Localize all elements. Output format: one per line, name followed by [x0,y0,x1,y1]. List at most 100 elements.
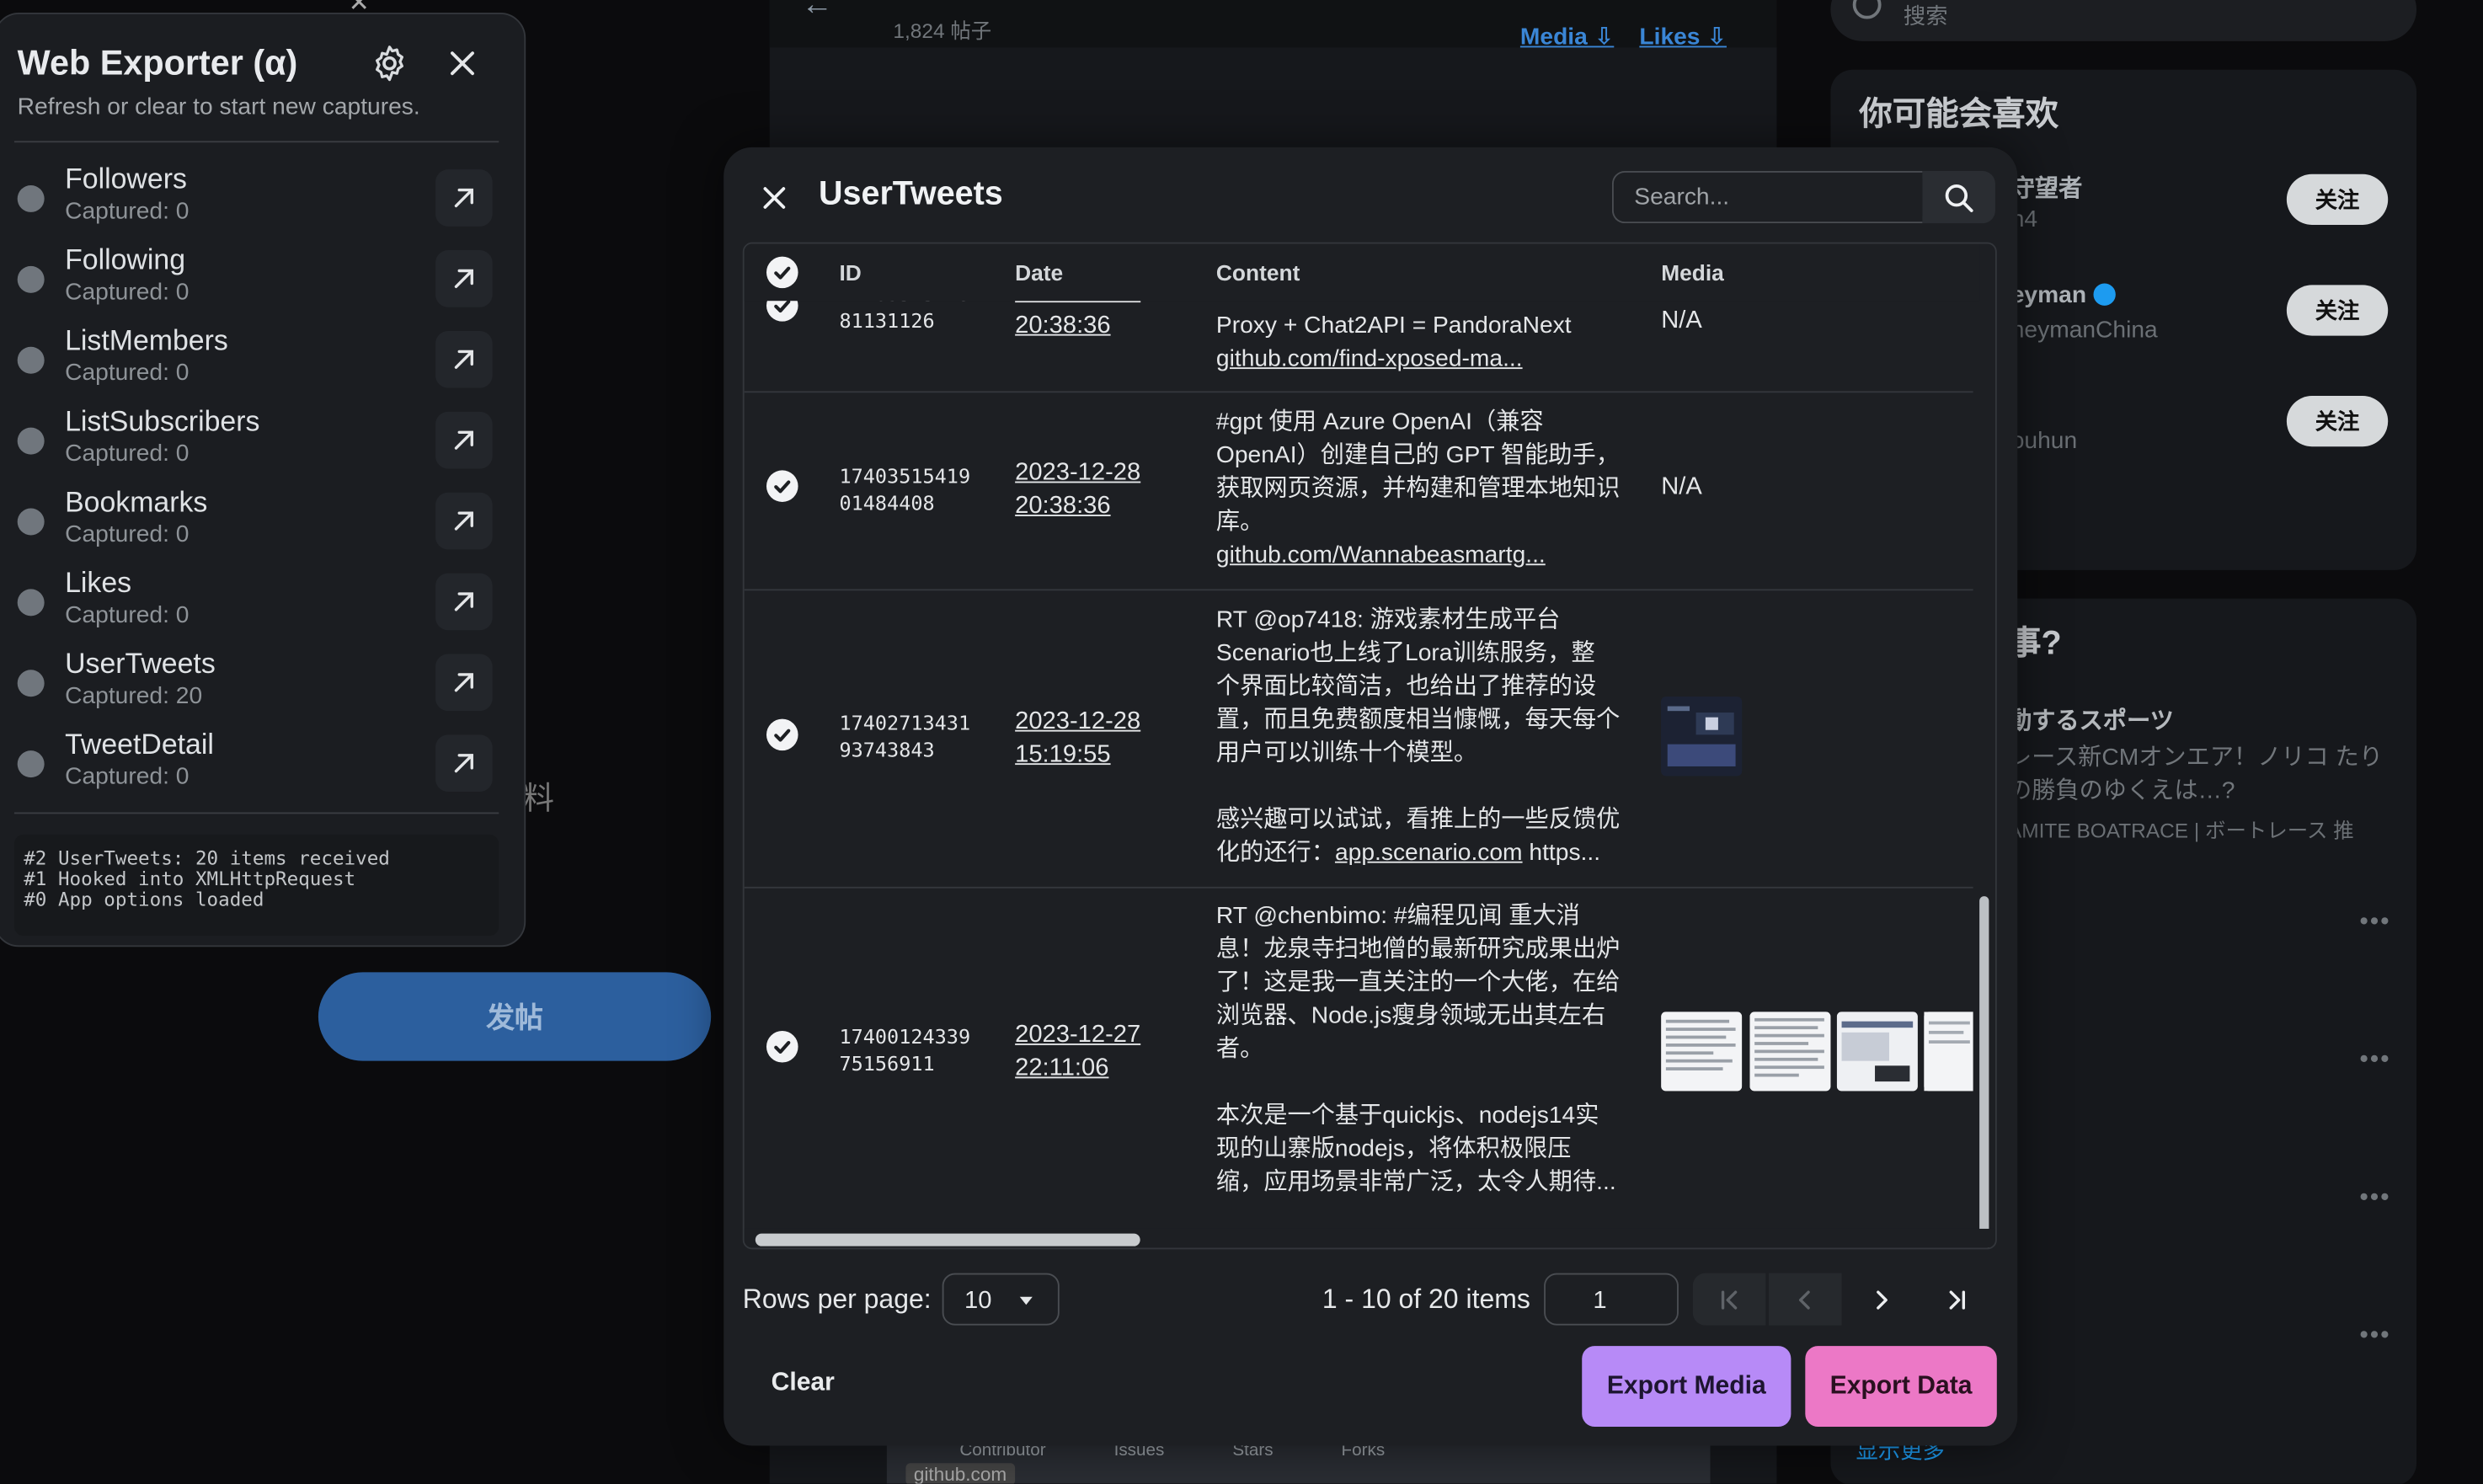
tweet-id: 17400124339 75156911 [839,1023,997,1077]
tweets-table[interactable]: ID Date Content Media 17403515419 8113112… [742,242,1997,1250]
site-search[interactable]: 搜索 [1830,0,2417,41]
open-button[interactable] [435,250,493,307]
media-thumbnail[interactable] [1836,1012,1918,1092]
column-header-media[interactable]: Media [1661,259,1724,285]
search-button[interactable] [1922,171,1995,224]
tweet-id: 17402713431 93743843 [839,709,997,763]
close-icon[interactable] [445,46,479,81]
capture-count: Captured: 0 [65,278,190,306]
date-part: 2023-12-27 [1015,1021,1141,1049]
more-icon[interactable]: ••• [2359,1184,2390,1213]
column-header-date[interactable]: Date [1015,259,1063,285]
date-part: 15:19:55 [1015,740,1111,768]
open-button[interactable] [435,734,493,793]
vertical-scrollbar[interactable] [1979,896,1989,1248]
open-button[interactable] [435,169,493,227]
capture-item-bookmarks[interactable]: Bookmarks Captured: 0 [0,482,527,563]
capture-item-listmembers[interactable]: ListMembers Captured: 0 [0,320,527,401]
back-arrow-icon[interactable]: ← [801,0,833,24]
capture-item-listsubscribers[interactable]: ListSubscribers Captured: 0 [0,401,527,482]
more-icon[interactable]: ••• [2359,1047,2390,1076]
tweet-content: RT @op7418: 游戏素材生成平台 Scenario也上线了Lora训练服… [1216,603,1628,869]
close-icon[interactable] [759,182,791,214]
capture-name: ListMembers [65,324,228,357]
open-button[interactable] [435,330,493,388]
follow-button[interactable]: 关注 [2286,173,2389,225]
content-text: https... [1522,839,1601,867]
capture-count: Captured: 0 [65,520,190,548]
tweet-media: N/A [1661,473,1702,501]
panel-subtitle: Refresh or clear to start new captures. [17,93,420,120]
capture-item-usertweets[interactable]: UserTweets Captured: 20 [0,643,527,723]
row-checkbox[interactable] [766,1030,798,1063]
tab-media[interactable]: Media ⇩ [1520,24,1614,51]
table-row[interactable]: 17400124339 75156911 2023-12-27 22:11:06 R… [745,887,1973,1236]
trend-name[interactable]: 動するスポーツ [2008,703,2174,736]
tab-likes[interactable]: Likes ⇩ [1639,24,1727,51]
export-data-button[interactable]: Export Data [1805,1346,1997,1427]
capture-item-tweetdetail[interactable]: TweetDetail Captured: 0 [0,723,527,804]
content-line: 缩，应用场景非常广泛，太令人期待... [1215,1168,1616,1196]
column-header-content[interactable]: Content [1216,259,1300,285]
capture-count: Captured: 0 [65,198,190,225]
follow-button[interactable]: 关注 [2286,396,2389,447]
tweet-link[interactable]: github.com/Wannabeasmartg... [1216,538,1628,571]
row-checkbox[interactable] [766,718,798,751]
web-exporter-panel: Web Exporter (α) Refresh or clear to sta… [0,13,527,948]
media-preview-image [1661,697,1743,777]
content-line: 个界面比较简洁，也给出了推荐的设 [1215,673,1597,701]
media-thumbnail[interactable] [1924,1012,1973,1092]
first-page-button[interactable] [1692,1273,1766,1326]
capture-item-likes[interactable]: Likes Captured: 0 [0,562,527,643]
next-page-button[interactable] [1845,1273,1917,1326]
content-line-tail: 化的还行：app.scenario.com https... [1216,836,1628,869]
media-thumbnail[interactable] [1749,1012,1831,1092]
media-thumbnail[interactable] [1661,697,1743,777]
clear-button[interactable]: Clear [772,1369,835,1398]
export-media-button[interactable]: Export Media [1582,1346,1791,1427]
media-preview-image [1749,1012,1831,1092]
table-row[interactable]: 17403515419 01484408 2023-12-28 20:38:36 #… [744,391,1973,591]
page-number-input[interactable]: 1 [1544,1273,1679,1326]
site-search-placeholder: 搜索 [1903,3,1948,29]
open-button[interactable] [435,492,493,550]
media-preview-image [1836,1012,1918,1092]
open-button[interactable] [435,573,493,631]
horizontal-scrollbar[interactable] [755,1233,1140,1246]
select-all-checkbox[interactable] [766,256,798,289]
column-header-id[interactable]: ID [839,259,861,285]
content-line: OpenAI）创建自己的 GPT 智能助手， [1215,441,1620,469]
more-icon[interactable]: ••• [2359,1322,2390,1351]
last-page-button[interactable] [1921,1273,1994,1326]
tweet-date[interactable]: 2023-12-28 20:38:36 [1015,456,1189,522]
search-input[interactable] [1613,172,1915,222]
date-part: 2023-12-28 [1015,707,1141,735]
rows-per-page-select[interactable]: 10 [942,1273,1060,1326]
more-icon[interactable]: ••• [2359,909,2390,937]
tweet-date[interactable]: 2023-12-27 22:11:06 [1015,1018,1189,1085]
media-preview-image [1924,1012,1973,1092]
profile-tabs: Media ⇩ Likes ⇩ [1520,22,1752,51]
post-button[interactable]: 发帖 [318,972,712,1061]
gear-icon[interactable] [369,43,410,84]
previous-page-button[interactable] [1769,1273,1842,1326]
content-line: 浏览器、Node.js瘦身领域无出其左右 [1215,1002,1606,1030]
follow-button[interactable]: 关注 [2286,285,2389,336]
check-icon [774,729,791,742]
tweet-link[interactable]: app.scenario.com [1335,839,1523,866]
capture-item-following[interactable]: Following Captured: 0 [0,239,527,320]
media-thumbnail[interactable] [1661,1012,1743,1092]
tweet-date[interactable]: 2023-12-28 15:19:55 [1015,705,1189,771]
open-button[interactable] [435,654,493,712]
content-line: 感兴趣可以试试，看推上的一些反馈优 [1215,805,1621,833]
table-row[interactable]: 17402713431 93743843 2023-12-28 15:19:55 R… [744,589,1973,889]
tweet-link[interactable]: github.com/find-xposed-ma... [1216,342,1628,375]
content-text: 化的还行： [1215,839,1335,867]
open-button[interactable] [435,411,493,469]
arrow-up-right-icon [454,592,473,611]
row-checkbox[interactable] [766,470,798,502]
capture-item-followers[interactable]: Followers Captured: 0 [0,158,527,239]
capture-count: Captured: 0 [65,601,190,629]
tweet-content: #gpt 使用 Azure OpenAI（兼容 OpenAI）创建自己的 GPT… [1216,405,1628,571]
suggestion-handle: neymanChina [2010,317,2158,344]
